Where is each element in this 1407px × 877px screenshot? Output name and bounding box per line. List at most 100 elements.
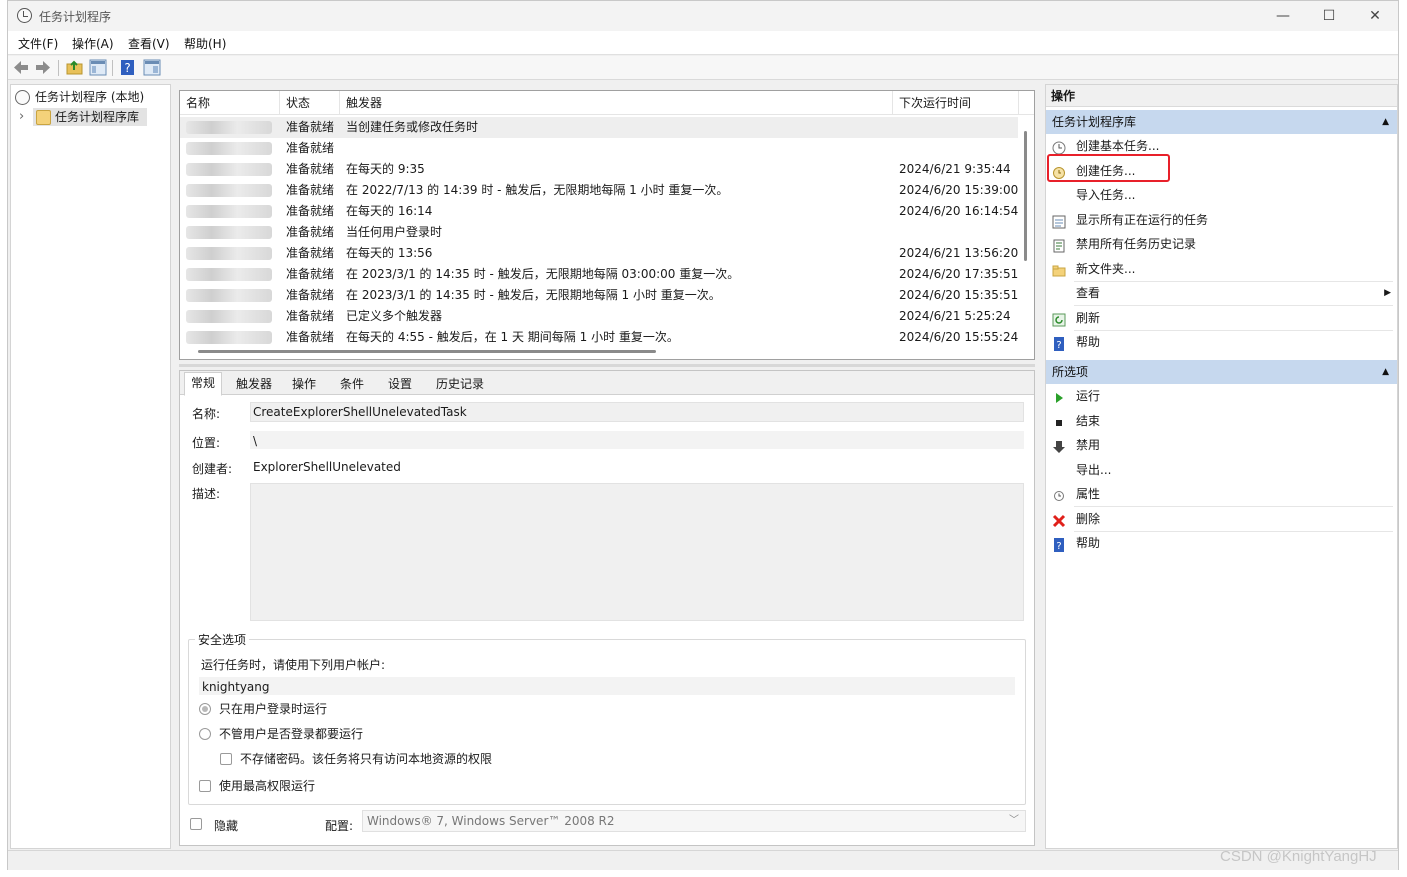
action-disable-history[interactable]: 禁用所有任务历史记录 xyxy=(1046,232,1397,256)
forward-arrow-icon[interactable] xyxy=(34,59,52,76)
radio-run-whether-logged-on[interactable] xyxy=(199,728,211,740)
action-label: 属性 xyxy=(1076,487,1101,501)
menu-view[interactable]: 查看(V) xyxy=(128,35,170,52)
table-row[interactable]: 准备就绪在 2023/3/1 的 14:35 时 - 触发后，无限期地每隔 1 … xyxy=(180,285,1018,306)
table-row[interactable]: 准备就绪在 2023/3/1 的 14:35 时 - 触发后，无限期地每隔 03… xyxy=(180,264,1018,285)
radio-run-only-logged-on[interactable] xyxy=(199,703,211,715)
action-refresh[interactable]: 刷新 xyxy=(1046,306,1397,330)
back-arrow-icon[interactable] xyxy=(12,59,30,76)
maximize-button[interactable]: ☐ xyxy=(1306,1,1352,31)
action-help[interactable]: ? 帮助 xyxy=(1046,330,1397,354)
checkbox-do-not-store-password[interactable] xyxy=(220,753,232,765)
column-next-run[interactable]: 下次运行时间 xyxy=(893,91,1019,115)
expand-chevron-icon[interactable]: › xyxy=(19,107,24,127)
scroll-thumb[interactable] xyxy=(198,350,656,353)
redacted-task-name xyxy=(186,142,272,155)
table-row[interactable]: 准备就绪 在每天的 16:14 2024/6/20 16:14:54 xyxy=(180,201,1018,222)
tree-root-task-scheduler[interactable]: 任务计划程序 (本地) xyxy=(15,87,165,107)
detail-tabs: 常规 触发器 操作 条件 设置 历史记录 xyxy=(180,371,1034,396)
action-label: 帮助 xyxy=(1076,536,1101,550)
action-label: 显示所有正在运行的任务 xyxy=(1076,212,1209,227)
action-new-folder[interactable]: 新文件夹... xyxy=(1046,257,1397,281)
action-run[interactable]: 运行 xyxy=(1046,384,1397,408)
radio-run-whether-logged-on-label[interactable]: 不管用户是否登录都要运行 xyxy=(219,725,363,742)
up-folder-icon[interactable] xyxy=(66,59,84,76)
tree-child-label: 任务计划程序库 xyxy=(55,110,140,124)
action-export[interactable]: 导出... xyxy=(1046,458,1397,482)
task-trigger-cell: 在 2023/3/1 的 14:35 时 - 触发后，无限期地每隔 1 小时 重… xyxy=(346,288,721,302)
task-next-run-cell: 2024/6/20 16:14:54 xyxy=(899,204,1019,218)
action-import-task[interactable]: 导入任务... xyxy=(1046,183,1397,207)
window-title: 任务计划程序 xyxy=(39,10,112,24)
table-row[interactable]: 准备就绪 xyxy=(180,138,1018,159)
checkbox-run-highest-privileges-label[interactable]: 使用最高权限运行 xyxy=(219,777,315,794)
table-row[interactable]: 准备就绪 在每天的 9:35 2024/6/21 9:35:44 xyxy=(180,159,1018,180)
column-name[interactable]: 名称 xyxy=(180,91,280,115)
vertical-scrollbar[interactable] xyxy=(1018,115,1034,345)
checkbox-do-not-store-password-label[interactable]: 不存储密码。该任务将只有访问本地资源的权限 xyxy=(240,750,492,767)
checkbox-hidden-label[interactable]: 隐藏 xyxy=(214,817,238,834)
action-properties[interactable]: 属性 xyxy=(1046,482,1397,506)
name-field[interactable]: CreateExplorerShellUnelevatedTask xyxy=(250,402,1024,422)
tab-settings[interactable]: 设置 xyxy=(382,374,418,395)
help-icon[interactable]: ? xyxy=(119,59,137,76)
table-row[interactable]: 准备就绪 已定义多个触发器 2024/6/21 5:25:24 xyxy=(180,306,1018,327)
redacted-task-name xyxy=(186,331,272,344)
menu-file[interactable]: 文件(F) xyxy=(18,35,58,52)
menu-action[interactable]: 操作(A) xyxy=(72,35,114,52)
tab-general[interactable]: 常规 xyxy=(184,372,223,396)
action-label: 新文件夹... xyxy=(1076,261,1136,276)
tab-triggers[interactable]: 触发器 xyxy=(230,374,278,395)
action-help[interactable]: ? 帮助 xyxy=(1046,531,1397,555)
checkbox-run-highest-privileges[interactable] xyxy=(199,780,211,792)
collapse-up-icon[interactable]: ▲ xyxy=(1382,360,1389,384)
task-status-cell: 准备就绪 xyxy=(286,309,335,323)
show-hide-console-tree-icon[interactable] xyxy=(89,59,107,76)
collapse-up-icon[interactable]: ▲ xyxy=(1382,110,1389,134)
action-delete[interactable]: 删除 xyxy=(1046,507,1397,531)
action-label: 查看 xyxy=(1076,286,1101,300)
location-field: \ xyxy=(250,431,1024,449)
delete-icon xyxy=(1052,512,1066,527)
task-next-run-cell: 2024/6/20 15:35:51 xyxy=(899,288,1019,302)
action-disable[interactable]: 禁用 xyxy=(1046,433,1397,457)
section-task-library-label: 任务计划程序库 xyxy=(1052,115,1137,129)
name-label: 名称: xyxy=(192,407,221,421)
minimize-button[interactable]: — xyxy=(1260,1,1306,31)
new-folder-icon xyxy=(1052,262,1066,276)
description-field[interactable] xyxy=(250,483,1024,621)
security-options-title: 安全选项 xyxy=(195,631,250,648)
column-triggers[interactable]: 触发器 xyxy=(340,91,893,115)
tab-history[interactable]: 历史记录 xyxy=(430,374,490,395)
task-status-cell: 准备就绪 xyxy=(286,141,335,155)
configure-for-select[interactable]: Windows® 7, Windows Server™ 2008 R2 ﹀ xyxy=(362,810,1026,832)
close-button[interactable]: ✕ xyxy=(1352,1,1398,31)
section-selected-item[interactable]: 所选项 ▲ xyxy=(1046,360,1397,384)
column-status[interactable]: 状态 xyxy=(280,91,340,115)
status-bar xyxy=(8,850,1398,870)
show-hide-action-pane-icon[interactable] xyxy=(143,59,161,76)
tab-actions[interactable]: 操作 xyxy=(286,374,322,395)
scroll-thumb[interactable] xyxy=(1024,131,1027,261)
horizontal-scrollbar[interactable] xyxy=(180,345,1018,359)
tree-item-task-library[interactable]: › 任务计划程序库 xyxy=(15,107,165,127)
menu-help[interactable]: 帮助(H) xyxy=(184,35,226,52)
action-end[interactable]: 结束 xyxy=(1046,409,1397,433)
task-scheduler-clock-icon xyxy=(17,8,32,23)
redacted-task-name xyxy=(186,268,272,281)
table-row[interactable]: 准备就绪 当任何用户登录时 xyxy=(180,222,1018,243)
radio-run-only-logged-on-label[interactable]: 只在用户登录时运行 xyxy=(219,700,327,717)
security-options-group: 安全选项 运行任务时，请使用下列用户帐户: knightyang 只在用户登录时… xyxy=(188,631,1026,805)
section-task-library[interactable]: 任务计划程序库 ▲ xyxy=(1046,110,1397,134)
tab-conditions[interactable]: 条件 xyxy=(334,374,370,395)
checkbox-hidden[interactable] xyxy=(190,818,202,830)
action-view[interactable]: 查看 ▶ xyxy=(1046,281,1397,305)
run-icon xyxy=(1052,389,1066,403)
pane-splitter[interactable] xyxy=(179,364,1035,367)
redacted-task-name xyxy=(186,226,272,239)
action-running-tasks[interactable]: 显示所有正在运行的任务 xyxy=(1046,208,1397,232)
table-row[interactable]: 准备就绪在 2022/7/13 的 14:39 时 - 触发后，无限期地每隔 1… xyxy=(180,180,1018,201)
task-status-cell: 准备就绪 xyxy=(286,120,335,134)
table-row[interactable]: 准备就绪 当创建任务或修改任务时 xyxy=(180,117,1018,138)
table-row[interactable]: 准备就绪 在每天的 13:56 2024/6/21 13:56:20 xyxy=(180,243,1018,264)
